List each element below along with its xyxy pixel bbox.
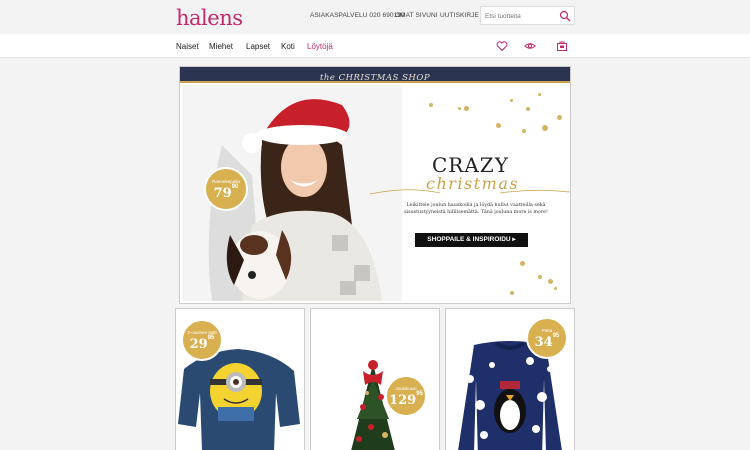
product-card-pajamas[interactable]: 2-osainen setti 2995 xyxy=(175,308,305,450)
top-bar: halens ASIAKASPALVELU 020 690190 OMAT SI… xyxy=(0,0,750,34)
gold-dot xyxy=(464,106,469,111)
search-box xyxy=(480,6,575,25)
nav-item-koti[interactable]: Koti xyxy=(281,42,295,51)
christmas-tree-image xyxy=(351,360,395,450)
banner-description: Leikittele joulun hauskoilla ja löydä hu… xyxy=(404,203,548,215)
my-pages-link[interactable]: OMAT SIVUNI xyxy=(395,12,438,19)
product-badge-cents: 95 xyxy=(416,391,423,397)
nav-item-loytoja[interactable]: Löytöjä xyxy=(307,42,333,51)
banner-badge-label: Rannekepaita xyxy=(212,179,240,184)
banner-strip-title: CHRISTMAS SHOP xyxy=(338,73,431,83)
eye-icon[interactable] xyxy=(524,40,536,52)
customer-service-link[interactable]: ASIAKASPALVELU 020 690190 xyxy=(310,12,405,19)
product-price-badge: 2-osainen setti 2995 xyxy=(181,319,223,361)
nav-item-miehet[interactable]: Miehet xyxy=(209,42,233,51)
christmas-banner[interactable]: the CHRISTMAS SHOP Rannekepaita 7990 CRA… xyxy=(179,66,571,304)
banner-price-badge: Rannekepaita 7990 xyxy=(204,167,248,211)
gold-dot xyxy=(429,103,433,107)
site-logo[interactable]: halens xyxy=(176,6,243,30)
search-icon[interactable] xyxy=(559,10,571,22)
gold-dot xyxy=(520,261,525,266)
product-badge-cents: 95 xyxy=(552,333,560,339)
product-badge-price: 34 xyxy=(534,335,553,350)
gold-dot xyxy=(526,107,530,111)
product-badge-price: 129 xyxy=(389,393,417,408)
product-card-christmas-tree[interactable]: Joulukuusi 12995 xyxy=(310,308,440,450)
gold-dot xyxy=(557,115,562,120)
product-badge-price: 29 xyxy=(189,337,208,352)
nav-item-lapset[interactable]: Lapset xyxy=(246,42,270,51)
main-nav: Naiset Miehet Lapset Koti Löytöjä xyxy=(0,34,750,58)
gold-dot xyxy=(538,93,541,96)
newsletter-link[interactable]: UUTISKIRJE xyxy=(440,12,479,19)
product-price-badge: Paita 3495 xyxy=(526,317,568,359)
product-price-badge: Joulukuusi 12995 xyxy=(385,375,427,417)
shop-inspire-button[interactable]: SHOPPAILE & INSPIROIDU ▸ xyxy=(415,233,528,247)
gold-dot xyxy=(458,107,461,110)
banner-strip: the CHRISTMAS SHOP xyxy=(180,67,570,83)
banner-badge-price: 79 xyxy=(213,186,232,201)
gold-dot xyxy=(554,287,557,290)
gold-dot xyxy=(496,123,501,128)
bag-icon[interactable] xyxy=(556,40,568,52)
search-input[interactable] xyxy=(485,11,555,21)
gold-dot xyxy=(548,279,553,284)
gold-dot xyxy=(542,125,548,131)
banner-strip-prefix: the xyxy=(319,73,336,83)
gold-dot xyxy=(538,275,542,279)
gold-dot xyxy=(510,291,514,295)
product-badge-label: Paita xyxy=(541,328,553,333)
product-badge-cents: 95 xyxy=(207,335,215,341)
product-badge-label: 2-osainen setti xyxy=(187,330,217,335)
banner-subheadline: christmas xyxy=(426,174,520,193)
product-card-sweater[interactable]: Paita 3495 xyxy=(445,308,575,450)
gold-dot xyxy=(510,99,513,102)
heart-icon[interactable] xyxy=(496,40,508,52)
banner-badge-cents: 90 xyxy=(231,184,239,190)
nav-item-naiset[interactable]: Naiset xyxy=(176,42,199,51)
gold-dot xyxy=(522,129,526,133)
